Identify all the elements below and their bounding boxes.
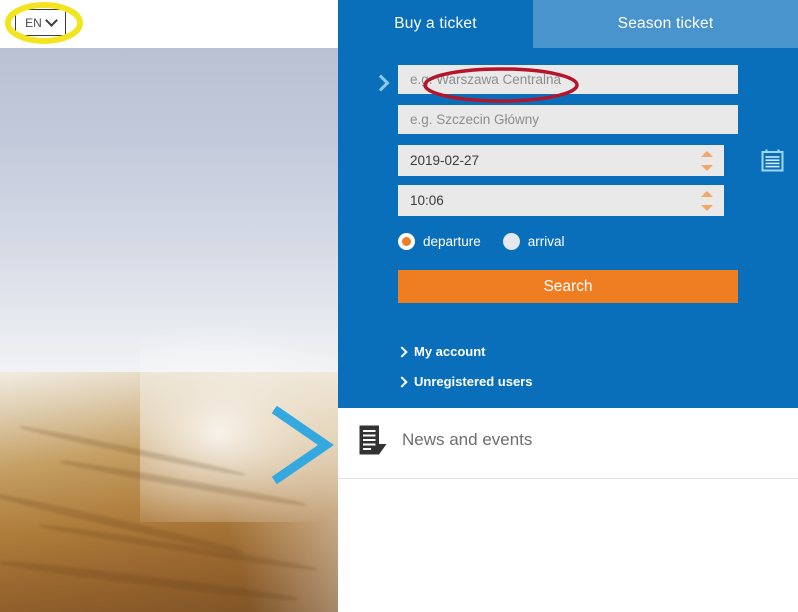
tab-buy-a-ticket[interactable]: Buy a ticket <box>338 0 533 48</box>
date-input[interactable] <box>398 145 724 176</box>
time-spinner-icon[interactable] <box>699 189 715 213</box>
radio-departure[interactable]: departure <box>398 233 481 250</box>
search-form-panel: departure arrival Search My account Unre… <box>338 48 798 408</box>
search-button[interactable]: Search <box>398 270 738 303</box>
news-divider <box>338 478 798 479</box>
chevron-right-icon <box>398 346 407 358</box>
radio-arrival-label: arrival <box>527 234 565 249</box>
date-spinner-icon[interactable] <box>699 149 715 173</box>
to-station-input[interactable] <box>398 105 738 134</box>
hero-photo <box>0 48 338 612</box>
link-my-account[interactable]: My account <box>398 344 486 359</box>
left-column: EN <box>0 0 338 612</box>
chevron-right-small-icon <box>374 74 390 92</box>
page-root: EN Buy a ticket Season ticket e.g. Warsz… <box>0 0 798 612</box>
radio-arrival[interactable]: arrival <box>502 233 565 250</box>
language-bar: EN <box>0 0 338 48</box>
radio-departure-label: departure <box>423 234 481 249</box>
tab-buy-a-ticket-label: Buy a ticket <box>394 15 477 32</box>
radio-arrival-dot <box>502 233 520 250</box>
news-and-events-header: News and events <box>358 424 532 456</box>
direction-radio-group: departure arrival <box>398 233 565 250</box>
calendar-icon[interactable] <box>760 148 785 173</box>
from-station-input[interactable] <box>398 65 738 94</box>
document-icon <box>359 425 387 455</box>
ticket-tabs: Buy a ticket Season ticket <box>338 0 798 48</box>
chevron-down-icon <box>47 16 56 25</box>
chevron-right-icon[interactable] <box>272 406 334 484</box>
time-input[interactable] <box>398 185 724 216</box>
language-switcher[interactable]: EN <box>15 9 66 36</box>
link-unregistered-users[interactable]: Unregistered users <box>398 374 533 389</box>
right-column: Buy a ticket Season ticket e.g. Warszawa… <box>338 0 798 612</box>
tab-season-ticket[interactable]: Season ticket <box>533 0 798 48</box>
tab-season-ticket-label: Season ticket <box>617 15 714 32</box>
news-and-events-section[interactable]: News and events <box>338 408 798 479</box>
chevron-right-icon <box>398 376 407 388</box>
language-switcher-label: EN <box>25 15 42 30</box>
link-my-account-label: My account <box>414 344 486 359</box>
news-and-events-title: News and events <box>402 430 533 449</box>
radio-departure-dot <box>398 233 415 250</box>
link-unregistered-users-label: Unregistered users <box>414 374 533 389</box>
